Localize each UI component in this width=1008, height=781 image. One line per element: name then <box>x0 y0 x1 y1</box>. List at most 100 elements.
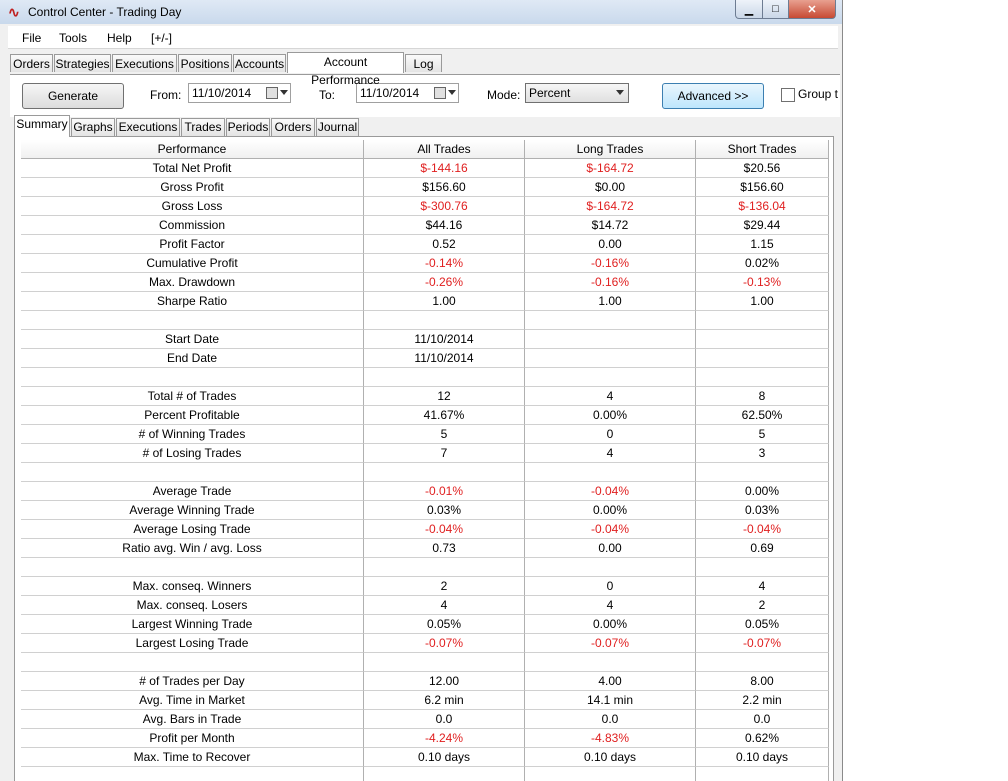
table-row[interactable]: Profit Factor 0.52 0.00 1.15 <box>21 235 829 254</box>
table-row[interactable]: Max. Time to Recover 0.10 days 0.10 days 0.… <box>21 748 829 767</box>
short-trades-value <box>696 368 829 387</box>
table-row[interactable]: Total # of Trades 12 4 8 <box>21 387 829 406</box>
chevron-down-icon[interactable] <box>448 90 456 95</box>
tab-account-performance[interactable]: Account Performance <box>287 52 404 87</box>
group-checkbox[interactable] <box>781 88 795 102</box>
table-row[interactable]: Cumulative Profit -0.14% -0.16% 0.02% <box>21 254 829 273</box>
long-trades-value: $-164.72 <box>525 197 696 216</box>
metric-label: End Date <box>21 349 364 368</box>
short-trades-value: -0.07% <box>696 634 829 653</box>
table-row[interactable] <box>21 368 829 387</box>
metric-label: Avg. Time in Market <box>21 691 364 710</box>
table-row[interactable]: End Date 11/10/2014 <box>21 349 829 368</box>
maximize-button[interactable]: □ <box>763 0 789 19</box>
all-trades-value: -0.01% <box>364 482 525 501</box>
table-row[interactable]: Commission $44.16 $14.72 $29.44 <box>21 216 829 235</box>
window-title: Control Center - Trading Day <box>28 5 182 19</box>
short-trades-value: 3 <box>696 444 829 463</box>
short-trades-value <box>696 653 829 672</box>
table-row[interactable]: Gross Profit $156.60 $0.00 $156.60 <box>21 178 829 197</box>
table-row[interactable]: Max. conseq. Losers 4 4 2 <box>21 596 829 615</box>
table-row[interactable]: Ratio avg. Win / avg. Loss 0.73 0.00 0.69 <box>21 539 829 558</box>
tab-strategies[interactable]: Strategies <box>54 54 111 72</box>
tab-log[interactable]: Log <box>405 54 442 72</box>
short-trades-value: 5 <box>696 425 829 444</box>
table-row[interactable] <box>21 311 829 330</box>
table-row[interactable] <box>21 653 829 672</box>
mode-select[interactable]: Percent <box>525 83 629 103</box>
table-row[interactable]: Max. Drawdown -0.26% -0.16% -0.13% <box>21 273 829 292</box>
short-trades-value: 1.15 <box>696 235 829 254</box>
table-row[interactable]: Total Net Profit $-144.16 $-164.72 $20.56 <box>21 159 829 178</box>
metric-label: Largest Winning Trade <box>21 615 364 634</box>
all-trades-value: 12.00 <box>364 672 525 691</box>
tab-graphs[interactable]: Graphs <box>71 118 115 136</box>
long-trades-value: 4 <box>525 596 696 615</box>
tab-positions[interactable]: Positions <box>178 54 232 72</box>
table-row[interactable]: Average Trade -0.01% -0.04% 0.00% <box>21 482 829 501</box>
short-trades-value: 8.00 <box>696 672 829 691</box>
table-row[interactable]: Gross Loss $-300.76 $-164.72 $-136.04 <box>21 197 829 216</box>
tab-trades[interactable]: Trades <box>181 118 225 136</box>
menu-tools[interactable]: Tools <box>59 31 87 45</box>
menu-file[interactable]: File <box>22 31 41 45</box>
short-trades-value: 0.69 <box>696 539 829 558</box>
table-row[interactable]: # of Winning Trades 5 0 5 <box>21 425 829 444</box>
column-header-all-trades[interactable]: All Trades <box>364 140 525 159</box>
table-row[interactable]: Avg. Time in Market 6.2 min 14.1 min 2.2 mi… <box>21 691 829 710</box>
table-row[interactable]: Max. conseq. Winners 2 0 4 <box>21 577 829 596</box>
table-row[interactable] <box>21 767 829 781</box>
table-row[interactable]: Percent Profitable 41.67% 0.00% 62.50% <box>21 406 829 425</box>
all-trades-value: $44.16 <box>364 216 525 235</box>
long-trades-value: 0 <box>525 577 696 596</box>
chevron-down-icon[interactable] <box>280 90 288 95</box>
tab-journal[interactable]: Journal <box>316 118 359 136</box>
generate-button[interactable]: Generate <box>22 83 124 109</box>
long-trades-value: 0.00 <box>525 235 696 254</box>
metric-label: Gross Loss <box>21 197 364 216</box>
all-trades-value <box>364 311 525 330</box>
table-row[interactable]: Sharpe Ratio 1.00 1.00 1.00 <box>21 292 829 311</box>
group-label: Group t <box>798 87 839 101</box>
table-row[interactable] <box>21 558 829 577</box>
long-trades-value: -0.04% <box>525 482 696 501</box>
close-button[interactable]: ✕ <box>789 0 836 19</box>
minimize-button[interactable]: ▁ <box>735 0 763 19</box>
calendar-icon[interactable] <box>266 87 278 99</box>
metric-label <box>21 558 364 577</box>
table-row[interactable]: Avg. Bars in Trade 0.0 0.0 0.0 <box>21 710 829 729</box>
table-row[interactable]: Largest Losing Trade -0.07% -0.07% -0.07% <box>21 634 829 653</box>
tab-summary[interactable]: Summary <box>14 115 70 137</box>
tab-accounts[interactable]: Accounts <box>233 54 286 72</box>
calendar-icon[interactable] <box>434 87 446 99</box>
long-trades-value: -0.04% <box>525 520 696 539</box>
table-row[interactable]: Largest Winning Trade 0.05% 0.00% 0.05% <box>21 615 829 634</box>
advanced-button[interactable]: Advanced >> <box>662 83 764 109</box>
metric-label: Commission <box>21 216 364 235</box>
menu-help[interactable]: Help <box>107 31 132 45</box>
tab-executions-sub[interactable]: Executions <box>116 118 180 136</box>
short-trades-value: 2.2 min <box>696 691 829 710</box>
table-header-row: Performance All Trades Long Trades Short… <box>21 140 829 159</box>
tab-periods[interactable]: Periods <box>226 118 270 136</box>
tab-executions[interactable]: Executions <box>112 54 177 72</box>
table-row[interactable]: Start Date 11/10/2014 <box>21 330 829 349</box>
title-bar[interactable]: ∿ Control Center - Trading Day ▁ □ ✕ <box>0 0 842 24</box>
all-trades-value: -0.04% <box>364 520 525 539</box>
table-row[interactable] <box>21 463 829 482</box>
table-row[interactable]: # of Trades per Day 12.00 4.00 8.00 <box>21 672 829 691</box>
column-header-long-trades[interactable]: Long Trades <box>525 140 696 159</box>
table-row[interactable]: Profit per Month -4.24% -4.83% 0.62% <box>21 729 829 748</box>
long-trades-value <box>525 349 696 368</box>
table-row[interactable]: Average Winning Trade 0.03% 0.00% 0.03% <box>21 501 829 520</box>
column-header-performance[interactable]: Performance <box>21 140 364 159</box>
short-trades-value: 62.50% <box>696 406 829 425</box>
table-row[interactable]: Average Losing Trade -0.04% -0.04% -0.04% <box>21 520 829 539</box>
tab-orders-sub[interactable]: Orders <box>271 118 315 136</box>
table-row[interactable]: # of Losing Trades 7 4 3 <box>21 444 829 463</box>
from-date-field[interactable]: 11/10/2014 <box>188 83 291 103</box>
menu-expand-collapse[interactable]: [+/-] <box>151 31 172 45</box>
column-header-short-trades[interactable]: Short Trades <box>696 140 829 159</box>
short-trades-value: 0.05% <box>696 615 829 634</box>
tab-orders[interactable]: Orders <box>10 54 53 72</box>
